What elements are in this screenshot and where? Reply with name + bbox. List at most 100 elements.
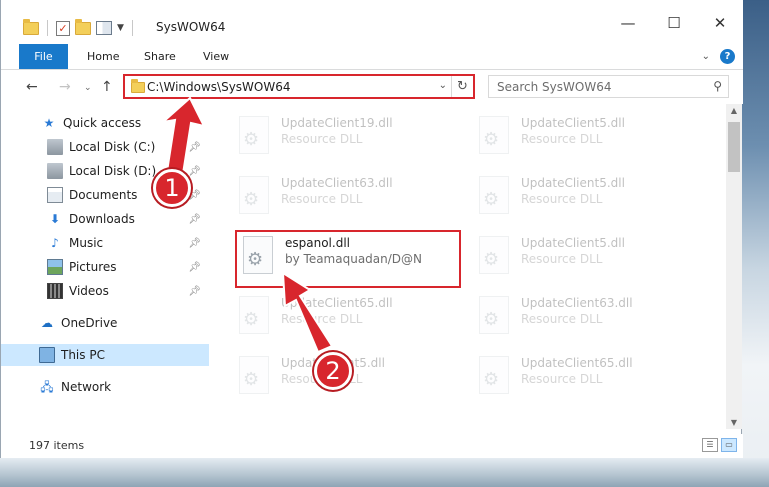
file-item[interactable]: UpdateClient5.dll Resource DLL [471, 228, 696, 282]
sidebar-item-label: Documents [69, 188, 138, 202]
file-description: Resource DLL [281, 192, 363, 206]
sidebar-item-local-disk-c[interactable]: Local Disk (C:) 📌︎ [1, 136, 209, 158]
ribbon-tabs: File Home Share View ⌄ ? [1, 44, 743, 70]
file-description: Resource DLL [521, 372, 603, 386]
sidebar-item-quick-access[interactable]: ★ Quick access [1, 112, 209, 134]
scroll-down-icon[interactable]: ▼ [726, 418, 742, 427]
status-bar: 197 items ☰ ▭ [1, 434, 743, 458]
details-view-icon[interactable]: ☰ [702, 438, 718, 452]
toolbar-divider [47, 20, 48, 36]
step-1-badge: 1 [153, 169, 191, 207]
search-input[interactable]: Search SysWOW64 ⚲ [488, 75, 729, 98]
vertical-scrollbar[interactable]: ▲ ▼ [726, 104, 742, 429]
refresh-icon[interactable]: ↻ [451, 76, 473, 97]
file-name: UpdateClient63.dll [281, 176, 393, 190]
file-name: UpdateClient65.dll [521, 356, 633, 370]
pictures-icon [47, 259, 63, 275]
file-item[interactable]: UpdateClient63.dll Resource DLL [471, 288, 696, 342]
desktop-background-bottom [0, 458, 769, 487]
address-bar[interactable]: C:\Windows\SysWOW64 ⌄ ↻ [123, 74, 475, 99]
sidebar-item-onedrive[interactable]: ☁ OneDrive [1, 312, 209, 334]
file-description: Resource DLL [521, 132, 603, 146]
file-description: Resource DLL [521, 312, 603, 326]
title-bar: ✓ ▼ SysWOW64 — ☐ ✕ [1, 0, 743, 44]
file-item[interactable]: UpdateClient65.dll Resource DLL [471, 348, 696, 402]
file-name: UpdateClient19.dll [281, 116, 393, 130]
file-name: UpdateClient5.dll [521, 176, 625, 190]
dll-file-icon [239, 356, 269, 394]
view-switcher: ☰ ▭ [702, 438, 737, 452]
step-2-badge: 2 [314, 352, 352, 390]
sidebar-item-label: Network [61, 380, 112, 394]
sidebar-item-this-pc[interactable]: This PC [1, 344, 209, 366]
toolbar-divider [131, 20, 133, 36]
expand-ribbon-chevron-icon[interactable]: ⌄ [702, 51, 710, 62]
file-name: UpdateClient5.dll [521, 236, 625, 250]
file-item[interactable]: UpdateClient19.dll Resource DLL [231, 108, 456, 162]
window-title: SysWOW64 [156, 20, 226, 34]
sidebar-item-label: Local Disk (C:) [69, 140, 156, 154]
sidebar-item-music[interactable]: ♪ Music 📌︎ [1, 232, 209, 254]
sidebar-item-network[interactable]: 🖧︎ Network [1, 376, 209, 398]
file-item[interactable]: UpdateClient5.dll Resource DLL [471, 108, 696, 162]
sidebar-item-label: Quick access [63, 116, 142, 130]
dll-file-icon [239, 176, 269, 214]
quick-access-toolbar: ✓ ▼ [23, 18, 136, 38]
file-description: Resource DLL [281, 312, 363, 326]
tab-share[interactable]: Share [144, 44, 176, 69]
rename-icon[interactable] [96, 21, 112, 35]
address-dropdown-icon[interactable]: ⌄ [439, 80, 447, 91]
file-item[interactable]: UpdateClient63.dll Resource DLL [231, 168, 456, 222]
sidebar-item-pictures[interactable]: Pictures 📌︎ [1, 256, 209, 278]
dll-file-icon [479, 356, 509, 394]
downloads-icon: ⬇ [49, 212, 61, 226]
customize-toolbar-dropdown-icon[interactable]: ▼ [117, 23, 124, 33]
large-icons-view-icon[interactable]: ▭ [721, 438, 737, 452]
address-path[interactable]: C:\Windows\SysWOW64 [147, 80, 291, 94]
pin-icon: 📌︎ [188, 213, 201, 225]
pin-icon: 📌︎ [188, 261, 201, 273]
pin-icon: 📌︎ [188, 237, 201, 249]
search-icon[interactable]: ⚲ [713, 79, 722, 93]
sidebar-item-videos[interactable]: Videos 📌︎ [1, 280, 209, 302]
recent-locations-chevron-icon[interactable]: ⌄ [84, 83, 92, 93]
pin-icon: 📌︎ [188, 165, 201, 177]
file-name: UpdateClient5.dll [521, 116, 625, 130]
file-description: Resource DLL [521, 192, 603, 206]
documents-icon [47, 187, 63, 203]
close-button[interactable]: ✕ [697, 8, 743, 38]
pin-icon: 📌︎ [188, 285, 201, 297]
desktop-background [742, 0, 769, 487]
forward-arrow-icon[interactable]: → [59, 79, 71, 95]
file-item[interactable]: UpdateClient65.dll Resource DLL [231, 288, 456, 342]
highlight-box [235, 230, 461, 288]
scroll-up-icon[interactable]: ▲ [726, 106, 742, 115]
file-item[interactable]: UpdateClient5.dll Resource DLL [471, 168, 696, 222]
pin-icon: 📌︎ [188, 141, 201, 153]
dll-file-icon [239, 296, 269, 334]
network-icon: 🖧︎ [40, 380, 54, 394]
navigation-pane: ★ Quick access Local Disk (C:) 📌︎ Local … [1, 104, 211, 429]
up-arrow-icon[interactable]: ↑ [101, 79, 113, 95]
file-description: Resource DLL [521, 252, 603, 266]
navigation-bar: ← → ⌄ ↑ C:\Windows\SysWOW64 ⌄ ↻ Search S… [1, 70, 743, 104]
help-icon[interactable]: ? [720, 49, 735, 64]
explorer-window: ✓ ▼ SysWOW64 — ☐ ✕ File Home Share View … [0, 0, 743, 458]
scrollbar-thumb[interactable] [728, 122, 740, 172]
file-name: UpdateClient65.dll [281, 296, 393, 310]
maximize-button[interactable]: ☐ [651, 8, 697, 38]
new-folder-icon[interactable] [75, 18, 91, 35]
properties-check-icon[interactable]: ✓ [56, 20, 70, 36]
cloud-icon: ☁ [41, 316, 53, 330]
tab-view[interactable]: View [203, 44, 229, 69]
back-arrow-icon[interactable]: ← [26, 79, 38, 95]
tab-file[interactable]: File [19, 44, 68, 69]
sidebar-item-downloads[interactable]: ⬇ Downloads 📌︎ [1, 208, 209, 230]
file-description: Resource DLL [281, 132, 363, 146]
tab-home[interactable]: Home [87, 44, 119, 69]
sidebar-item-label: Downloads [69, 212, 135, 226]
minimize-button[interactable]: — [605, 8, 651, 38]
videos-icon [47, 283, 63, 299]
dll-file-icon [479, 116, 509, 154]
sidebar-item-label: This PC [61, 348, 105, 362]
